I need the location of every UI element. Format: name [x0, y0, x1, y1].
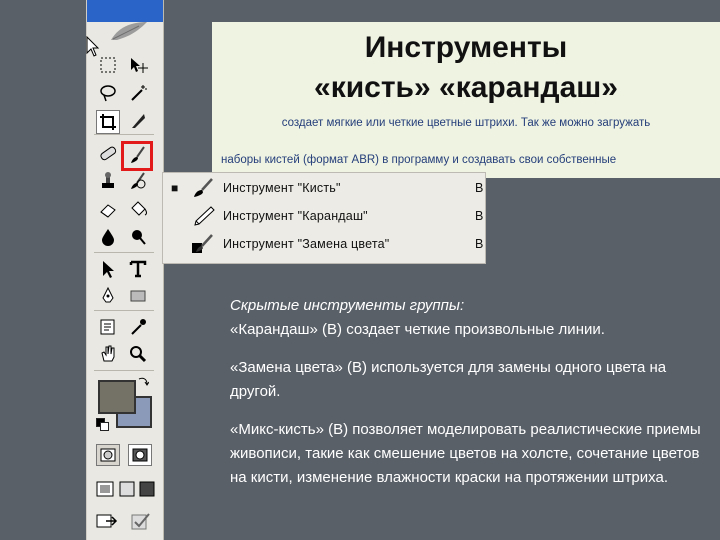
- toolbar-separator: [94, 310, 154, 311]
- screen-mode-full-menu-icon[interactable]: [116, 478, 138, 500]
- move-tool-icon[interactable]: [127, 54, 149, 76]
- pen-tool-icon[interactable]: [97, 285, 119, 307]
- screen-mode-full-icon[interactable]: [136, 478, 158, 500]
- color-replacement-tool-icon: [192, 234, 213, 253]
- history-brush-icon[interactable]: [127, 170, 149, 192]
- menu-item-pencil[interactable]: Инструмент "Карандаш" B: [163, 203, 487, 229]
- menu-item-label: Инструмент "Замена цвета": [223, 237, 390, 251]
- screen-mode-standard-icon[interactable]: [94, 478, 116, 500]
- paint-bucket-icon[interactable]: [127, 198, 149, 220]
- notes-tool-icon[interactable]: [97, 316, 119, 338]
- slide-title-line1: Инструменты: [364, 31, 568, 64]
- menu-item-label: Инструмент "Карандаш": [223, 209, 368, 223]
- crop-tool-icon[interactable]: [96, 110, 120, 134]
- foreground-color-swatch[interactable]: [98, 380, 136, 414]
- mixer-brush-description: «Микс-кисть» (В) позволяет моделировать …: [230, 421, 701, 486]
- slide-title: Инструменты «кисть» «карандаш»: [212, 28, 720, 108]
- feather-logo-icon: [111, 22, 147, 40]
- color-replacement-description: «Замена цвета» (В) используется для заме…: [230, 359, 667, 400]
- tools-panel-titlebar[interactable]: [87, 0, 163, 22]
- marquee-tool-icon[interactable]: [97, 54, 119, 76]
- toolbar-separator: [94, 134, 154, 135]
- selected-bullet-icon: ■: [171, 181, 179, 195]
- type-tool-icon[interactable]: [127, 258, 149, 280]
- toolbar-separator: [94, 370, 154, 371]
- pencil-tool-icon: [194, 206, 215, 226]
- brush-tools-flyout-menu: ■ Инструмент "Кисть" B Инструмент "Каран…: [162, 172, 486, 264]
- jump-to-imageready-icon[interactable]: [96, 510, 118, 532]
- eyedropper-icon[interactable]: [127, 316, 149, 338]
- rectangle-tool-icon[interactable]: [127, 285, 149, 307]
- blur-tool-icon[interactable]: [97, 226, 119, 248]
- menu-item-brush[interactable]: ■ Инструмент "Кисть" B: [163, 175, 487, 201]
- lasso-tool-icon[interactable]: [97, 82, 119, 104]
- menu-item-shortcut: B: [475, 237, 484, 251]
- toolbar-separator: [94, 252, 154, 253]
- zoom-tool-icon[interactable]: [127, 343, 149, 365]
- description-text: Скрытые инструменты группы: «Карандаш» (…: [230, 294, 710, 504]
- hidden-tools-heading: Скрытые инструменты группы:: [230, 297, 465, 314]
- clone-stamp-icon[interactable]: [97, 170, 119, 192]
- menu-item-shortcut: B: [475, 209, 484, 223]
- default-colors-bg-icon: [100, 422, 109, 431]
- subtitle-line2: наборы кистей (формат ABR) в программу и…: [221, 154, 617, 166]
- swap-colors-icon[interactable]: [137, 376, 149, 388]
- dodge-tool-icon[interactable]: [127, 226, 149, 248]
- slice-tool-icon[interactable]: [127, 110, 149, 132]
- slide-title-line2: «кисть» «карандаш»: [314, 71, 618, 104]
- quick-mask-mode-button[interactable]: [128, 444, 152, 466]
- standard-mode-button[interactable]: [96, 444, 120, 466]
- magic-wand-icon[interactable]: [127, 82, 149, 104]
- brush-tool-icon: [194, 178, 213, 197]
- menu-item-color-replacement[interactable]: Инструмент "Замена цвета" B: [163, 231, 487, 257]
- pencil-description: «Карандаш» (В) создает четкие произвольн…: [230, 321, 605, 338]
- subtitle-line1: создает мягкие или четкие цветные штрихи…: [281, 117, 651, 129]
- eraser-tool-icon[interactable]: [97, 198, 119, 220]
- path-selection-icon[interactable]: [97, 258, 119, 280]
- hand-tool-icon[interactable]: [97, 343, 119, 365]
- healing-brush-icon[interactable]: [97, 142, 119, 164]
- menu-item-shortcut: B: [475, 181, 484, 195]
- menu-item-label: Инструмент "Кисть": [223, 181, 341, 195]
- imageready-check-icon[interactable]: [130, 510, 152, 532]
- brush-tool-highlight: [121, 141, 153, 171]
